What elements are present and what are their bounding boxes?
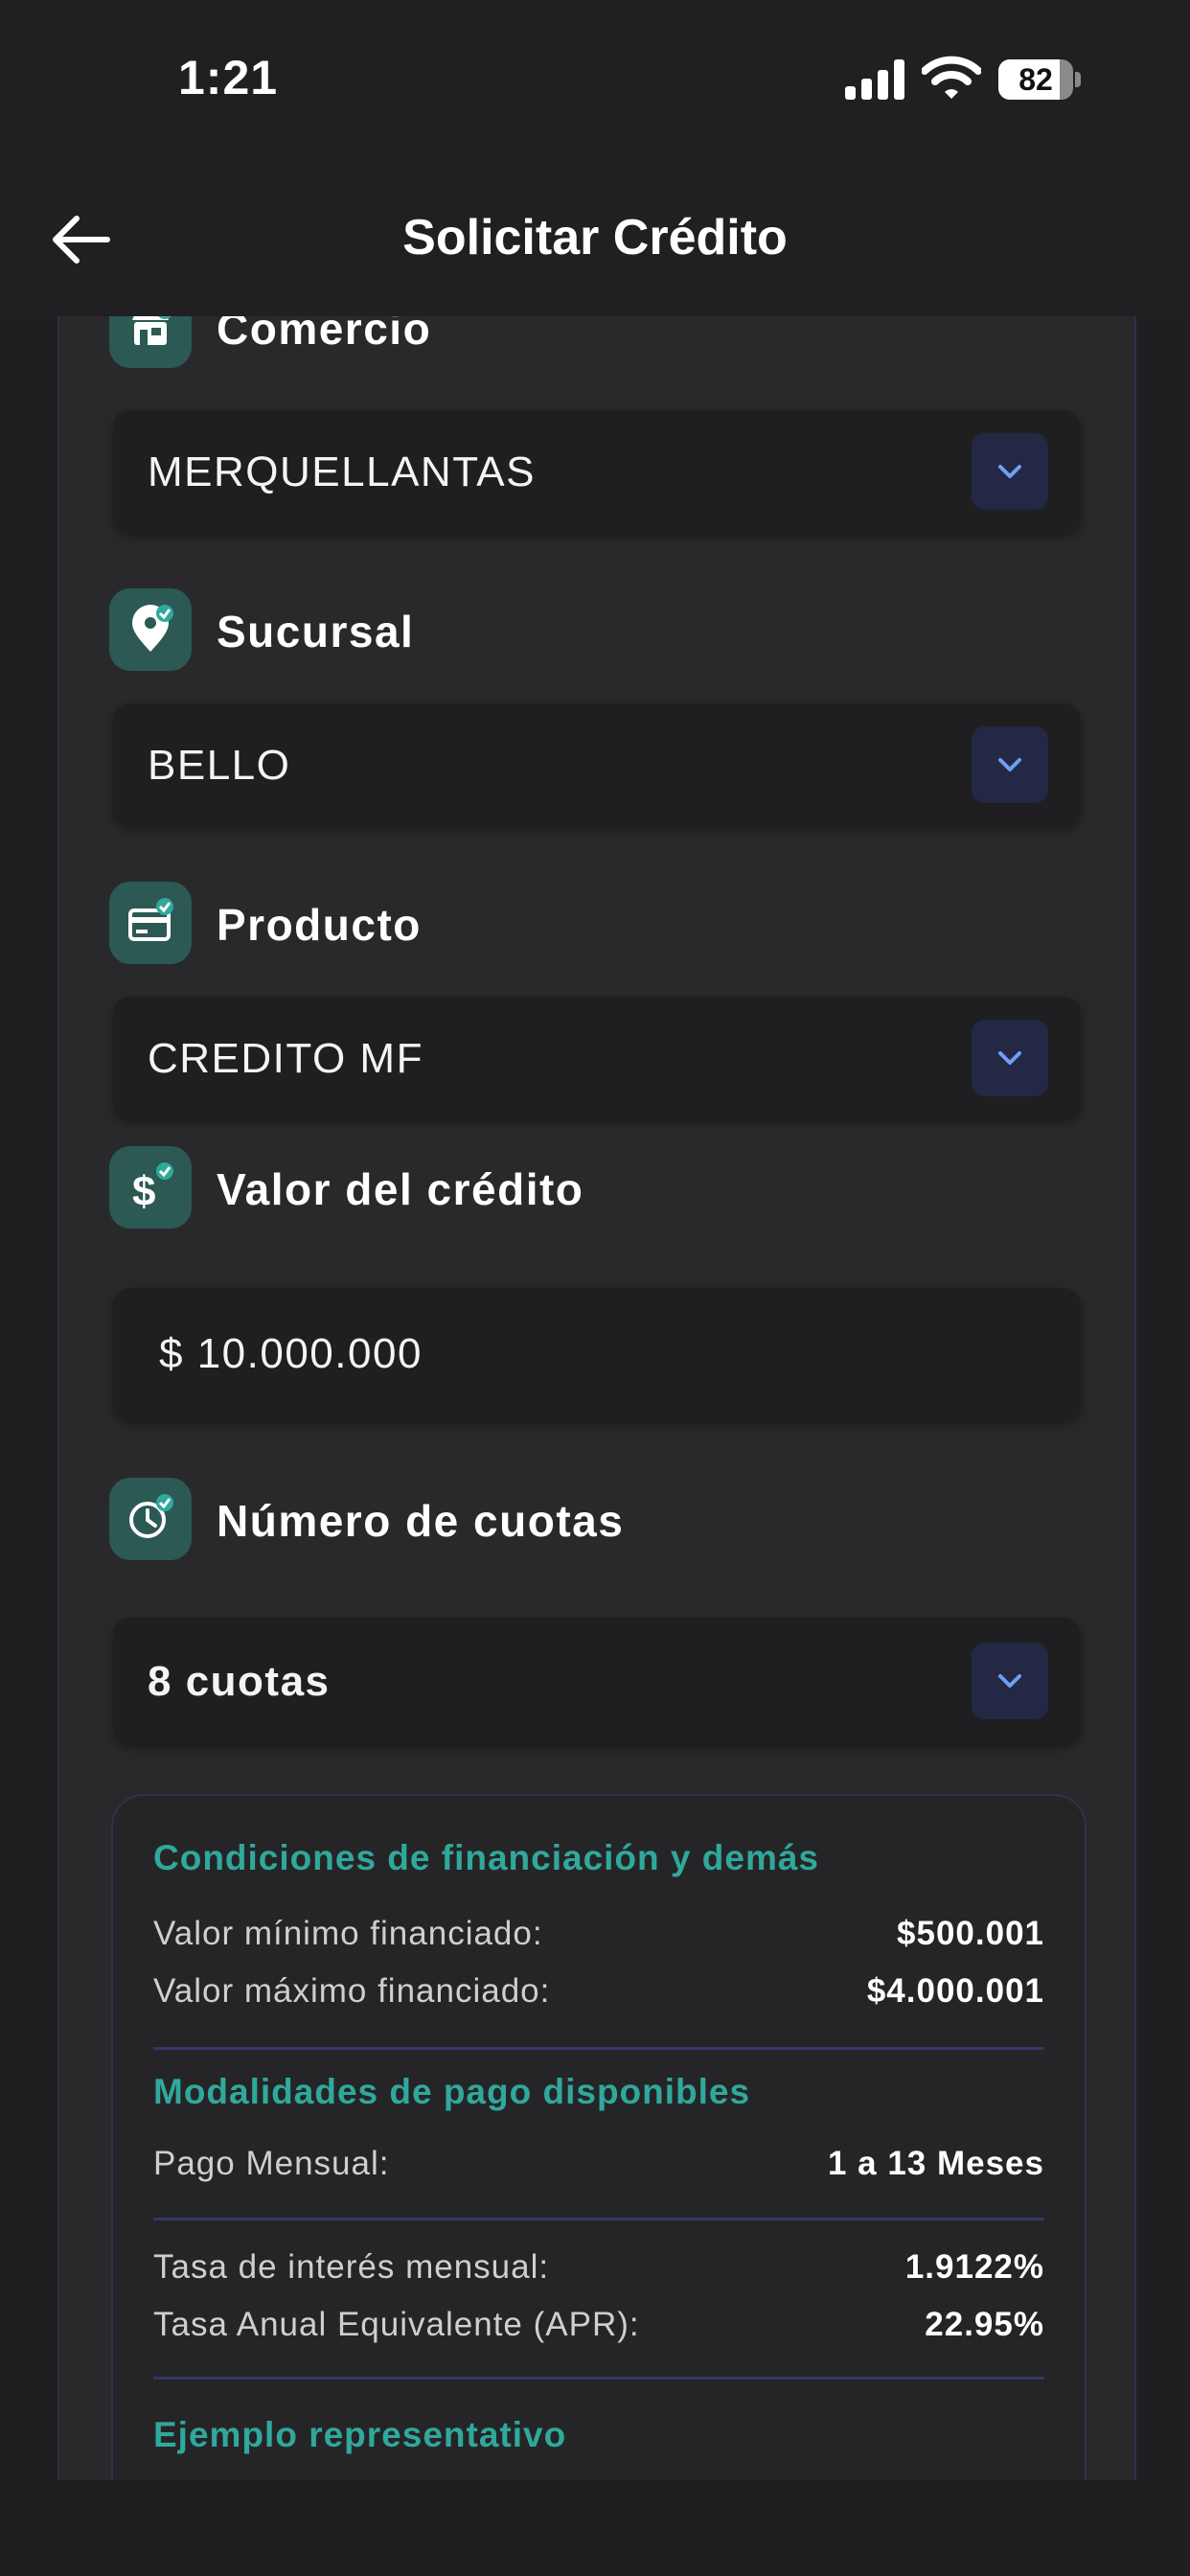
apr-row: Tasa Anual Equivalente (APR): 22.95% [153,2306,1044,2354]
battery-percentage: 82 [1018,62,1053,97]
divider [153,2047,1044,2050]
monthly-payment-label: Pago Mensual: [153,2145,390,2182]
min-financed-label: Valor mínimo financiado: [153,1915,543,1952]
min-financed-value: $500.001 [897,1915,1044,1952]
min-financed-row: Valor mínimo financiado: $500.001 [153,1915,1044,1963]
app-header: Solicitar Crédito [0,163,1190,316]
chevron-down-icon [998,465,1021,478]
dollar-icon: $ [109,1146,192,1229]
comercio-select[interactable]: MERQUELLANTAS [113,410,1081,533]
comercio-label: Comercio [217,316,432,354]
cellular-signal-icon [845,59,904,100]
card-icon [109,882,192,964]
chevron-down-icon [998,758,1021,771]
page-title: Solicitar Crédito [402,210,788,265]
divider [153,2377,1044,2380]
divider [153,2218,1044,2220]
comercio-value: MERQUELLANTAS [148,448,536,495]
chevron-down-icon [998,1674,1021,1688]
producto-dropdown-button[interactable] [972,1020,1048,1096]
monthly-rate-label: Tasa de interés mensual: [153,2248,550,2286]
cuotas-dropdown-button[interactable] [972,1643,1048,1719]
conditions-card: Condiciones de financiación y demás Valo… [111,1794,1087,2480]
bottom-safe-area [0,2480,1190,2576]
chevron-down-icon [998,1051,1021,1065]
sucursal-value: BELLO [148,742,291,789]
producto-label: Producto [217,900,422,950]
max-financed-value: $4.000.001 [866,1972,1044,2010]
monthly-rate-value: 1.9122% [904,2248,1044,2286]
apr-value: 22.95% [925,2306,1044,2343]
cuotas-label: Número de cuotas [217,1496,625,1546]
monthly-payment-row: Pago Mensual: 1 a 13 Meses [153,2145,1044,2193]
form-container[interactable]: Comercio MERQUELLANTAS Sucursal BELLO Pr… [57,316,1136,2480]
wifi-icon [922,56,981,99]
sucursal-dropdown-button[interactable] [972,726,1048,803]
svg-text:$: $ [132,1168,155,1213]
valor-label: Valor del crédito [217,1164,584,1214]
valor-value: $ 10.000.000 [159,1330,423,1377]
cuotas-select[interactable]: 8 cuotas [113,1618,1081,1744]
max-financed-label: Valor máximo financiado: [153,1972,551,2010]
store-icon [109,316,192,368]
producto-select[interactable]: CREDITO MF [113,997,1081,1119]
cuotas-value: 8 cuotas [148,1658,331,1705]
apr-label: Tasa Anual Equivalente (APR): [153,2306,640,2343]
sucursal-select[interactable]: BELLO [113,703,1081,826]
status-bar: 1:21 82 [0,0,1190,163]
valor-input[interactable]: $ 10.000.000 [113,1288,1081,1420]
payment-title: Modalidades de pago disponibles [153,2072,751,2111]
monthly-payment-value: 1 a 13 Meses [827,2145,1044,2182]
example-title: Ejemplo representativo [153,2415,567,2454]
producto-value: CREDITO MF [148,1035,423,1082]
clock-icon [109,1478,192,1560]
financing-title: Condiciones de financiación y demás [153,1838,820,1877]
location-pin-icon [109,588,192,671]
sucursal-label: Sucursal [217,607,415,656]
monthly-rate-row: Tasa de interés mensual: 1.9122% [153,2248,1044,2296]
max-financed-row: Valor máximo financiado: $4.000.001 [153,1972,1044,2020]
status-time: 1:21 [178,51,279,104]
battery-icon: 82 [998,59,1081,100]
comercio-dropdown-button[interactable] [972,433,1048,510]
